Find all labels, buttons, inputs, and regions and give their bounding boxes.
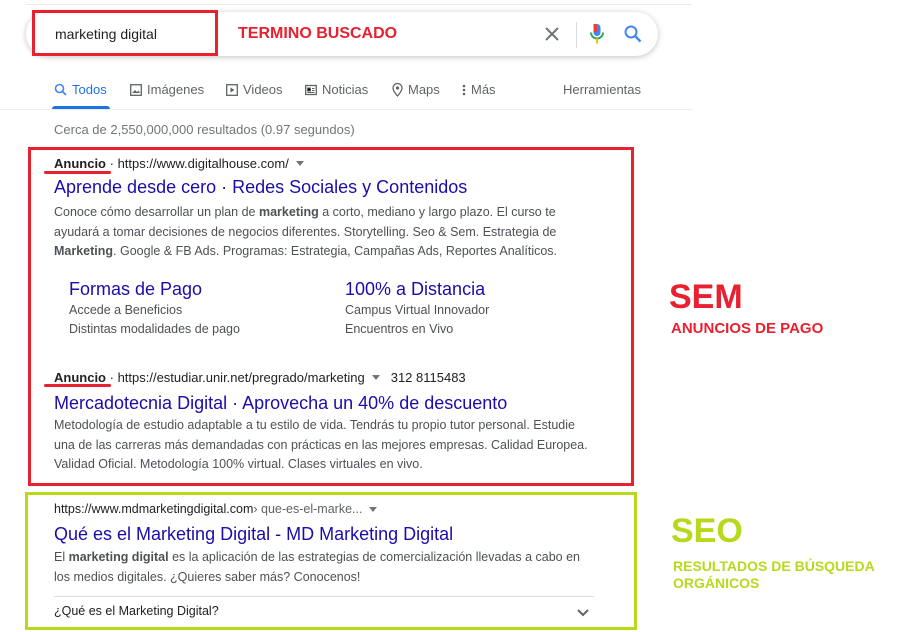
seo-sublabel: RESULTADOS DE BÚSQUEDA ORGÁNICOS <box>673 558 875 591</box>
snippet-bold: marketing digital <box>68 550 169 564</box>
tab-noticias[interactable]: Noticias <box>305 82 368 97</box>
tab-mas[interactable]: Más <box>462 82 496 97</box>
sitelink-desc: Accede a Beneficios <box>69 303 183 317</box>
snippet-text: . Google & FB Ads. Programas: Estrategia… <box>113 244 558 258</box>
top-divider <box>26 4 692 5</box>
ad-url-line: Anuncio · https://estudiar.unir.net/preg… <box>54 370 466 385</box>
play-icon <box>226 83 238 96</box>
ad-url[interactable]: https://www.digitalhouse.com/ <box>118 156 289 171</box>
sitelink-formas-de-pago[interactable]: Formas de Pago <box>69 279 202 300</box>
tab-label: Noticias <box>322 82 369 97</box>
organic-url-line: https://www.mdmarketingdigital.com › que… <box>54 502 378 516</box>
snippet-text: El <box>54 550 69 564</box>
news-icon <box>305 84 317 95</box>
ad-snippet: Metodología de estudio adaptable a tu es… <box>54 418 588 471</box>
organic-title-link[interactable]: Qué es el Marketing Digital - MD Marketi… <box>54 524 453 545</box>
sitelink-desc: Distintas modalidades de pago <box>69 322 240 336</box>
microphone-icon[interactable] <box>589 23 605 45</box>
sitelink-desc: Encuentros en Vivo <box>345 322 454 336</box>
tab-label: Imágenes <box>147 82 205 97</box>
more-vert-icon <box>462 84 466 95</box>
tab-imagenes[interactable]: Imágenes <box>130 82 204 97</box>
ad-badge: Anuncio <box>54 156 106 171</box>
close-icon[interactable] <box>542 24 562 44</box>
sem-sublabel: ANUNCIOS DE PAGO <box>671 320 824 337</box>
tab-maps[interactable]: Maps <box>392 82 440 97</box>
ad-badge-underline <box>44 171 111 174</box>
search-icon[interactable] <box>623 24 643 44</box>
image-icon <box>130 83 142 96</box>
ad-snippet: Conoce cómo desarrollar un plan de marke… <box>54 203 574 262</box>
snippet-bold: marketing <box>258 205 319 219</box>
faq-question[interactable]: ¿Qué es el Marketing Digital? <box>54 604 219 618</box>
map-pin-icon <box>392 82 403 97</box>
caret-down-icon[interactable] <box>369 506 378 512</box>
tabs-divider <box>0 109 692 110</box>
tab-label: Más <box>471 82 496 97</box>
caret-down-icon[interactable] <box>371 375 380 380</box>
sitelink-100-a-distancia[interactable]: 100% a Distancia <box>345 279 485 300</box>
ad-badge: Anuncio <box>54 370 106 385</box>
chevron-down-icon[interactable] <box>575 604 591 620</box>
ad-url[interactable]: https://estudiar.unir.net/pregrado/marke… <box>118 370 365 385</box>
result-stats: Cerca de 2,550,000,000 resultados (0.97 … <box>54 122 355 137</box>
snippet-text: Conoce cómo desarrollar un plan de <box>54 205 259 219</box>
separator-dot: · <box>106 370 118 385</box>
tab-label: Videos <box>243 82 283 97</box>
sitelink-desc: Campus Virtual Innovador <box>345 303 490 317</box>
organic-url[interactable]: https://www.mdmarketingdigital.com <box>54 502 253 516</box>
sem-label: SEM <box>669 278 743 316</box>
search-term-annotation: TERMINO BUSCADO <box>238 25 398 42</box>
ad-badge-underline <box>44 384 111 387</box>
separator-dot: · <box>106 156 118 171</box>
ad-phone[interactable]: 312 8115483 <box>391 370 466 385</box>
tab-videos[interactable]: Videos <box>226 82 283 97</box>
search-icon <box>54 83 67 96</box>
search-bar-divider <box>576 22 577 48</box>
ad-url-line: Anuncio · https://www.digitalhouse.com/ <box>54 156 304 171</box>
search-input[interactable]: marketing digital <box>55 26 157 42</box>
seo-label: SEO <box>671 512 743 550</box>
snippet-bold: Marketing <box>54 244 114 258</box>
tab-todos[interactable]: Todos <box>54 82 107 97</box>
organic-snippet: El marketing digital es la aplicación de… <box>54 548 594 587</box>
organic-url-path: › que-es-el-marke... <box>253 502 363 516</box>
ad-title-link[interactable]: Aprende desde cero · Redes Sociales y Co… <box>54 177 467 198</box>
tab-label: Maps <box>408 82 440 97</box>
tools-button[interactable]: Herramientas <box>563 82 641 97</box>
ad-title-link[interactable]: Mercadotecnia Digital · Aprovecha un 40%… <box>54 393 507 414</box>
faq-divider <box>54 596 594 597</box>
caret-down-icon[interactable] <box>295 161 304 166</box>
tab-label: Todos <box>72 82 107 97</box>
